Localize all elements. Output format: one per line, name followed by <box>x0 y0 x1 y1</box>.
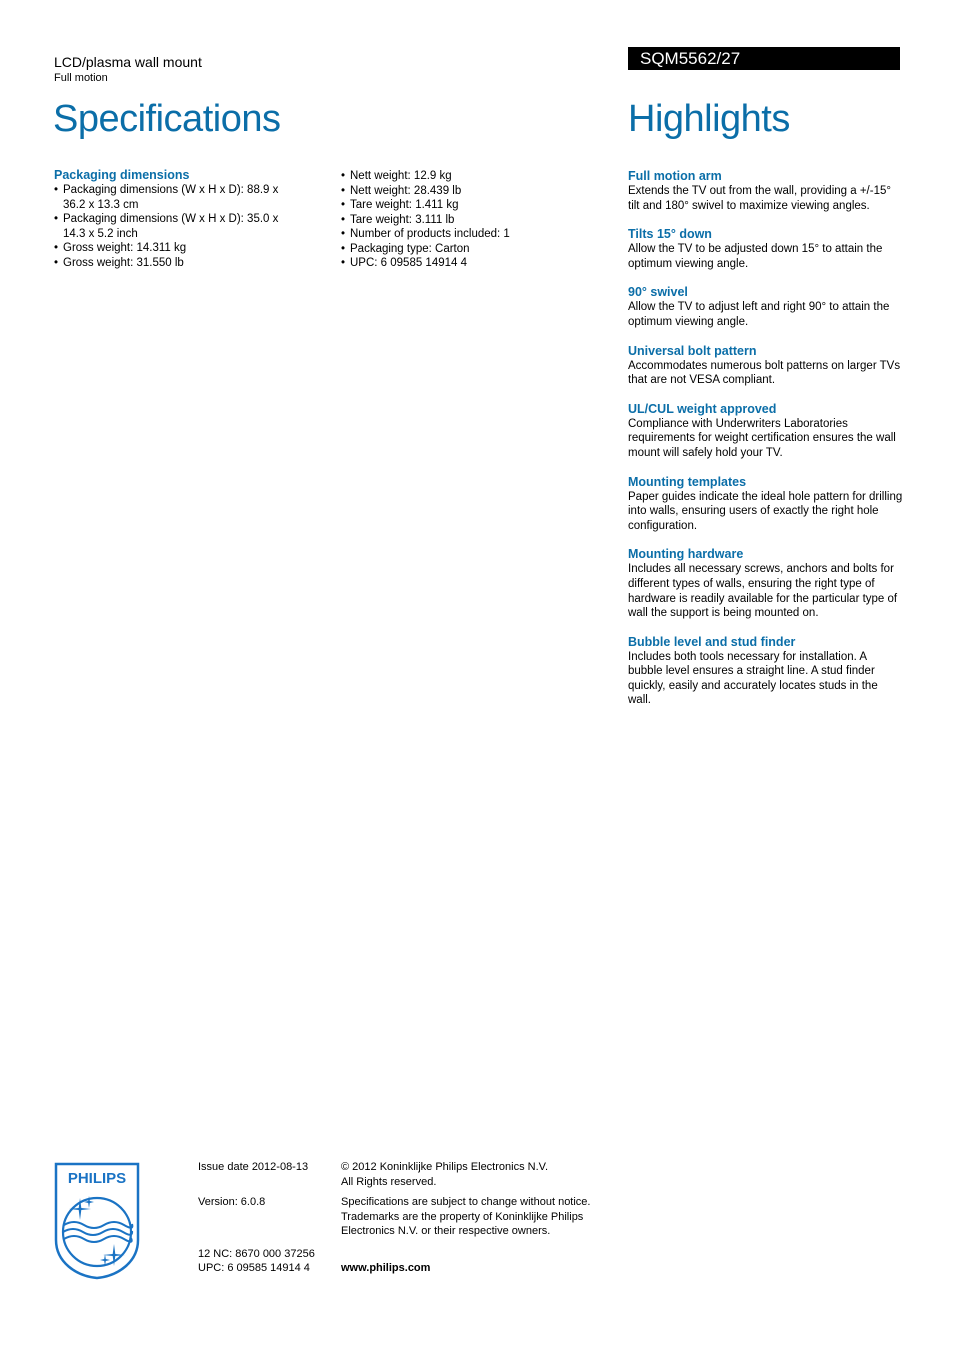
spec-list: Nett weight: 12.9 kg Nett weight: 28.439… <box>341 169 571 271</box>
twelve-nc: 12 NC: 8670 000 37256 <box>198 1248 315 1260</box>
issue-date: Issue date 2012-08-13 <box>198 1161 309 1173</box>
spec-item: Nett weight: 28.439 lb <box>341 184 571 199</box>
copyright-line-2: All Rights reserved. <box>341 1175 437 1188</box>
product-name: LCD/plasma wall mount <box>54 54 202 70</box>
spec-item: Packaging dimensions (W x H x D): 88.9 x… <box>54 183 284 212</box>
highlight-title: 90° swivel <box>628 285 688 300</box>
highlight-title: Bubble level and stud finder <box>628 634 796 649</box>
star-icon <box>69 1196 125 1266</box>
disclaimer: Specifications are subject to change wit… <box>341 1196 591 1238</box>
spec-list: Packaging dimensions (W x H x D): 88.9 x… <box>54 183 284 270</box>
highlight-text: Includes both tools necessary for instal… <box>628 650 878 707</box>
spec-column-1: Packaging dimensions Packaging dimension… <box>54 167 284 270</box>
highlight-text: Extends the TV out from the wall, provid… <box>628 185 891 212</box>
highlight-title: Mounting templates <box>628 474 747 489</box>
spec-item: Nett weight: 12.9 kg <box>341 169 571 184</box>
specifications-title: Specifications <box>53 98 281 140</box>
highlight-item: Universal bolt pattern Accommodates nume… <box>628 344 903 388</box>
highlights-list: Full motion arm Extends the TV out from … <box>628 169 903 722</box>
spec-item: Gross weight: 31.550 lb <box>54 256 284 271</box>
philips-logo: PHILIPS <box>54 1162 140 1280</box>
highlights-title: Highlights <box>628 98 790 140</box>
highlight-text: Compliance with Underwriters Laboratorie… <box>628 417 896 459</box>
highlight-text: Accommodates numerous bolt patterns on l… <box>628 359 901 387</box>
highlight-item: Bubble level and stud finder Includes bo… <box>628 635 903 708</box>
highlight-title: UL/CUL weight approved <box>628 401 777 416</box>
website-link[interactable]: www.philips.com <box>341 1261 430 1276</box>
upc: UPC: 6 09585 14914 4 <box>198 1262 310 1274</box>
highlight-text: Includes all necessary screws, anchors a… <box>628 563 898 620</box>
spec-item: UPC: 6 09585 14914 4 <box>341 256 571 271</box>
highlight-item: Mounting templates Paper guides indicate… <box>628 475 903 534</box>
highlight-item: Tilts 15° down Allow the TV to be adjust… <box>628 227 903 271</box>
highlight-item: 90° swivel Allow the TV to adjust left a… <box>628 285 903 329</box>
copyright-line-1: © 2012 Koninklijke Philips Electronics N… <box>341 1161 549 1173</box>
wave-icon <box>62 1228 134 1236</box>
logo-wordmark: PHILIPS <box>68 1170 126 1187</box>
spec-item: Packaging type: Carton <box>341 242 571 257</box>
highlight-title: Full motion arm <box>628 169 722 183</box>
spec-group-title: Packaging dimensions <box>54 168 190 182</box>
highlight-title: Mounting hardware <box>628 547 744 562</box>
copyright: © 2012 Koninklijke Philips Electronics N… <box>341 1160 611 1189</box>
spec-item: Tare weight: 3.111 lb <box>341 213 571 228</box>
highlight-item: UL/CUL weight approved Compliance with U… <box>628 402 903 461</box>
highlight-title: Universal bolt pattern <box>628 343 757 358</box>
highlight-text: Allow the TV to adjust left and right 90… <box>628 301 890 328</box>
globe-icon <box>61 1196 133 1268</box>
product-subtitle: Full motion <box>54 72 108 84</box>
model-number-bar: SQM5562/27 <box>628 47 900 70</box>
highlight-item: Mounting hardware Includes all necessary… <box>628 547 903 620</box>
spec-item: Packaging dimensions (W x H x D): 35.0 x… <box>54 212 284 241</box>
spec-item: Tare weight: 1.411 kg <box>341 198 571 213</box>
spec-column-2: Nett weight: 12.9 kg Nett weight: 28.439… <box>341 169 571 271</box>
highlight-item: Full motion arm Extends the TV out from … <box>628 169 903 213</box>
version: Version: 6.0.8 <box>198 1196 266 1208</box>
highlight-title: Tilts 15° down <box>628 227 712 242</box>
wave-icon <box>63 1235 133 1243</box>
highlight-text: Allow the TV to be adjusted down 15° to … <box>628 243 883 270</box>
highlight-text: Paper guides indicate the ideal hole pat… <box>628 490 903 532</box>
spec-item: Gross weight: 14.311 kg <box>54 241 284 256</box>
wave-icon <box>63 1221 134 1229</box>
spec-item: Number of products included: 1 <box>341 227 571 242</box>
